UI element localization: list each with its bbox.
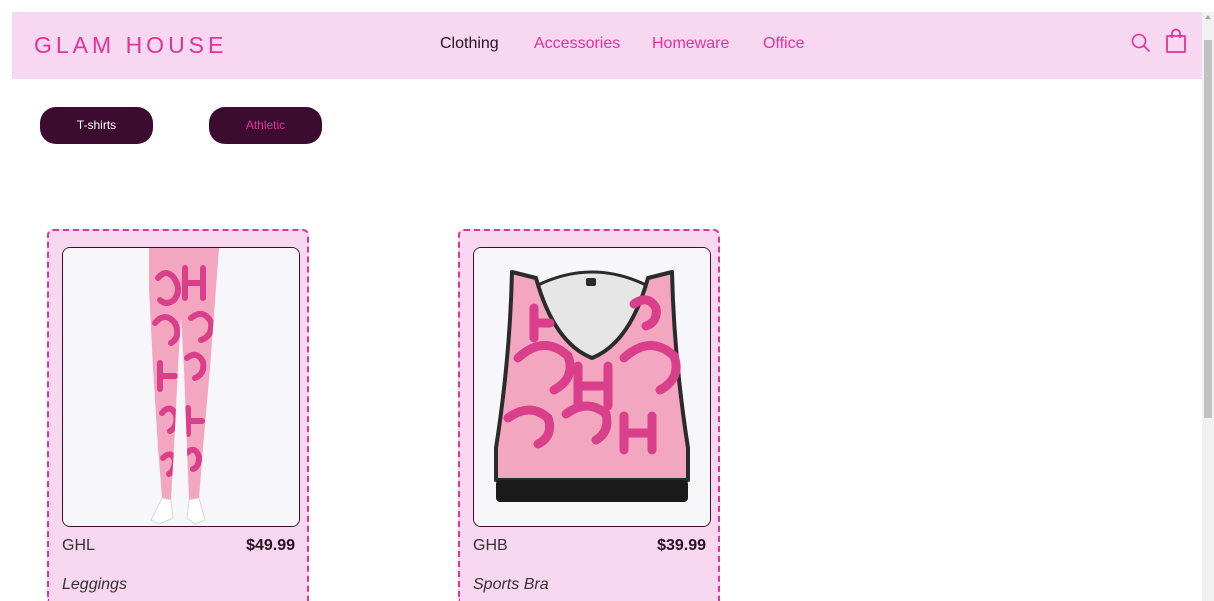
product-card[interactable]: GHB $39.99 Sports Bra xyxy=(458,229,720,601)
sports-bra-image xyxy=(474,248,710,526)
nav-clothing[interactable]: Clothing xyxy=(440,35,499,53)
product-code: GHL xyxy=(62,537,95,554)
product-price: $49.99 xyxy=(246,537,295,554)
filter-athletic-button[interactable]: Athletic xyxy=(209,107,322,144)
nav-homeware[interactable]: Homeware xyxy=(652,35,729,53)
product-image-frame[interactable] xyxy=(62,247,300,527)
scroll-up-icon[interactable] xyxy=(1205,15,1211,19)
site-header: GLAM HOUSE Clothing Accessories Homeware… xyxy=(12,12,1202,79)
shopping-bag-icon[interactable] xyxy=(1164,28,1188,54)
logo[interactable]: GLAM HOUSE xyxy=(34,32,227,59)
product-code: GHB xyxy=(473,537,508,554)
nav-office[interactable]: Office xyxy=(763,35,805,53)
nav-accessories[interactable]: Accessories xyxy=(534,35,620,53)
search-icon[interactable] xyxy=(1130,32,1152,54)
scrollbar[interactable] xyxy=(1202,12,1214,601)
scrollbar-thumb[interactable] xyxy=(1204,40,1212,418)
leggings-image xyxy=(63,248,299,526)
product-name[interactable]: Sports Bra xyxy=(473,576,549,594)
product-price: $39.99 xyxy=(657,537,706,554)
product-name[interactable]: Leggings xyxy=(62,576,127,594)
product-image-frame[interactable] xyxy=(473,247,711,527)
filter-tshirts-button[interactable]: T-shirts xyxy=(40,107,153,144)
product-card[interactable]: GHL $49.99 Leggings xyxy=(47,229,309,601)
